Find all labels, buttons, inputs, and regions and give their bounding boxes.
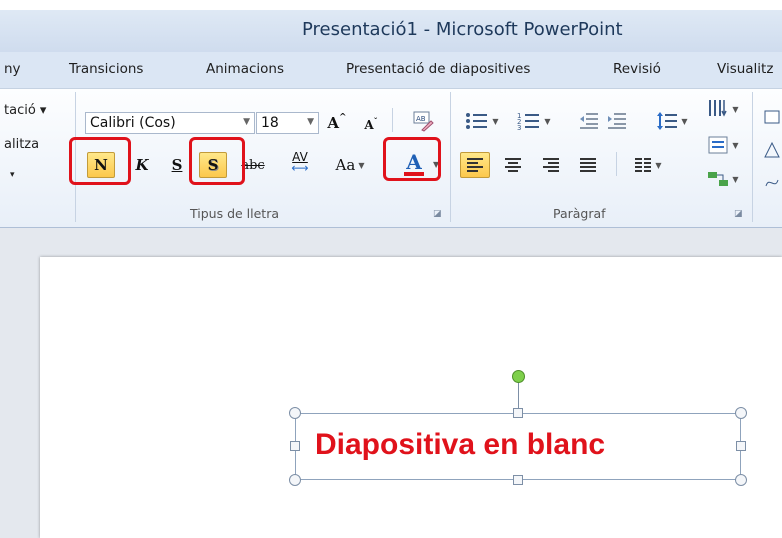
font-group-label: Tipus de lletra — [190, 206, 280, 221]
numbering-button[interactable]: 1 2 3 ▼ — [512, 108, 556, 134]
grow-font-button[interactable]: A ^ — [325, 110, 349, 136]
line-spacing-icon — [657, 112, 678, 130]
align-text-icon — [708, 136, 728, 154]
font-name-value: Calibri (Cos) — [90, 115, 176, 131]
layout-button[interactable]: tació ▾ — [4, 103, 46, 118]
tab-visualitza[interactable]: Visualitz — [717, 61, 773, 77]
decrease-indent-button[interactable] — [576, 108, 602, 134]
window-title: Presentació1 - Microsoft PowerPoint — [302, 19, 623, 40]
columns-button[interactable]: ▼ — [626, 152, 670, 178]
chevron-down-icon: ▼ — [307, 117, 314, 127]
resize-handle-right[interactable] — [736, 441, 746, 451]
chevron-down-icon: ▼ — [358, 160, 365, 170]
chevron-down-icon: ▼ — [492, 116, 499, 126]
tab-partial-left[interactable]: ny — [4, 61, 21, 77]
separator — [392, 108, 393, 132]
font-dialog-launcher-icon[interactable]: ◪ — [433, 209, 442, 219]
increase-indent-button[interactable] — [604, 108, 630, 134]
align-left-icon — [467, 158, 483, 172]
underline-button[interactable]: S — [165, 152, 189, 178]
bullets-button[interactable]: ▼ — [462, 108, 502, 134]
chevron-down-icon: ▼ — [681, 116, 688, 126]
resize-handle-left[interactable] — [290, 441, 300, 451]
rotation-handle[interactable] — [512, 370, 525, 383]
triangle-shape-icon — [764, 141, 780, 158]
chevron-down-icon: ▼ — [732, 104, 739, 114]
resize-handle-top-left[interactable] — [289, 407, 301, 419]
chevron-down-icon: ▼ — [732, 140, 739, 150]
group-separator — [752, 92, 753, 222]
align-text-button[interactable]: ▼ — [702, 132, 744, 158]
align-right-icon — [543, 158, 559, 172]
align-left-button[interactable] — [460, 152, 490, 178]
tab-animacions[interactable]: Animacions — [206, 61, 284, 77]
reset-button[interactable]: alitza — [4, 137, 39, 152]
slide-text[interactable]: Diapositiva en blanc — [315, 428, 605, 462]
font-color-highlight-box — [383, 137, 441, 181]
text-direction-icon — [709, 100, 728, 117]
align-center-icon — [505, 158, 521, 172]
shrink-font-icon: A — [364, 118, 374, 132]
textbox-shape-icon — [764, 110, 780, 124]
curve-shape-icon — [765, 180, 779, 187]
chevron-down-icon: ▼ — [732, 174, 739, 184]
separator — [616, 152, 617, 176]
change-case-button[interactable]: Aa ▼ — [328, 152, 372, 178]
smartart-icon — [708, 172, 729, 186]
font-size-combo[interactable]: 18 ▼ — [256, 112, 319, 134]
tab-transicions[interactable]: Transicions — [69, 61, 143, 77]
paragraph-dialog-launcher-icon[interactable]: ◪ — [734, 209, 743, 219]
tab-presentacio[interactable]: Presentació de diapositives — [346, 61, 530, 77]
italic-icon: K — [135, 156, 149, 174]
group-separator — [450, 92, 451, 222]
decrease-indent-icon — [580, 113, 598, 129]
svg-text:AB: AB — [416, 115, 426, 123]
text-direction-button[interactable]: ▼ — [702, 96, 744, 122]
italic-button[interactable]: K — [130, 152, 154, 178]
font-size-value: 18 — [261, 115, 279, 131]
resize-handle-top[interactable] — [513, 408, 523, 418]
drawing-shapes-partial[interactable] — [762, 100, 782, 200]
slide-canvas[interactable] — [40, 257, 782, 538]
tab-revisio[interactable]: Revisió — [613, 61, 661, 77]
columns-icon — [635, 158, 652, 172]
bold-highlight-box — [69, 137, 131, 185]
resize-handle-bottom[interactable] — [513, 475, 523, 485]
down-caret-icon: ˇ — [373, 116, 378, 126]
align-right-button[interactable] — [537, 152, 565, 178]
increase-indent-icon — [608, 113, 626, 129]
resize-handle-bottom-left[interactable] — [289, 474, 301, 486]
justify-icon — [580, 158, 596, 172]
line-spacing-button[interactable]: ▼ — [652, 108, 692, 134]
change-case-icon: Aa — [335, 156, 356, 174]
resize-handle-bottom-right[interactable] — [735, 474, 747, 486]
shadow-highlight-box — [189, 137, 245, 185]
paragraph-group-label: Paràgraf — [553, 206, 606, 221]
up-caret-icon: ^ — [339, 113, 347, 123]
character-spacing-button[interactable]: AV ⟷ — [278, 150, 322, 176]
font-name-combo[interactable]: Calibri (Cos) ▼ — [85, 112, 255, 134]
bullets-icon — [466, 113, 488, 129]
resize-handle-top-right[interactable] — [735, 407, 747, 419]
shrink-font-button[interactable]: Aˇ — [360, 112, 382, 138]
chevron-down-icon: ▼ — [544, 116, 551, 126]
underline-icon: S — [171, 156, 183, 174]
justify-button[interactable] — [574, 152, 602, 178]
smartart-button[interactable]: ▼ — [702, 166, 744, 192]
double-arrow-icon: ⟷ — [291, 161, 309, 175]
section-dropdown[interactable]: ▾ — [10, 170, 15, 180]
chevron-down-icon: ▼ — [243, 117, 250, 127]
align-center-button[interactable] — [499, 152, 527, 178]
grow-font-icon: A — [327, 114, 340, 132]
clear-format-icon: AB — [413, 111, 434, 132]
chevron-down-icon: ▼ — [655, 160, 662, 170]
svg-text:3: 3 — [517, 124, 521, 131]
clear-format-button[interactable]: AB — [410, 108, 436, 134]
numbering-icon: 1 2 3 — [517, 112, 540, 131]
